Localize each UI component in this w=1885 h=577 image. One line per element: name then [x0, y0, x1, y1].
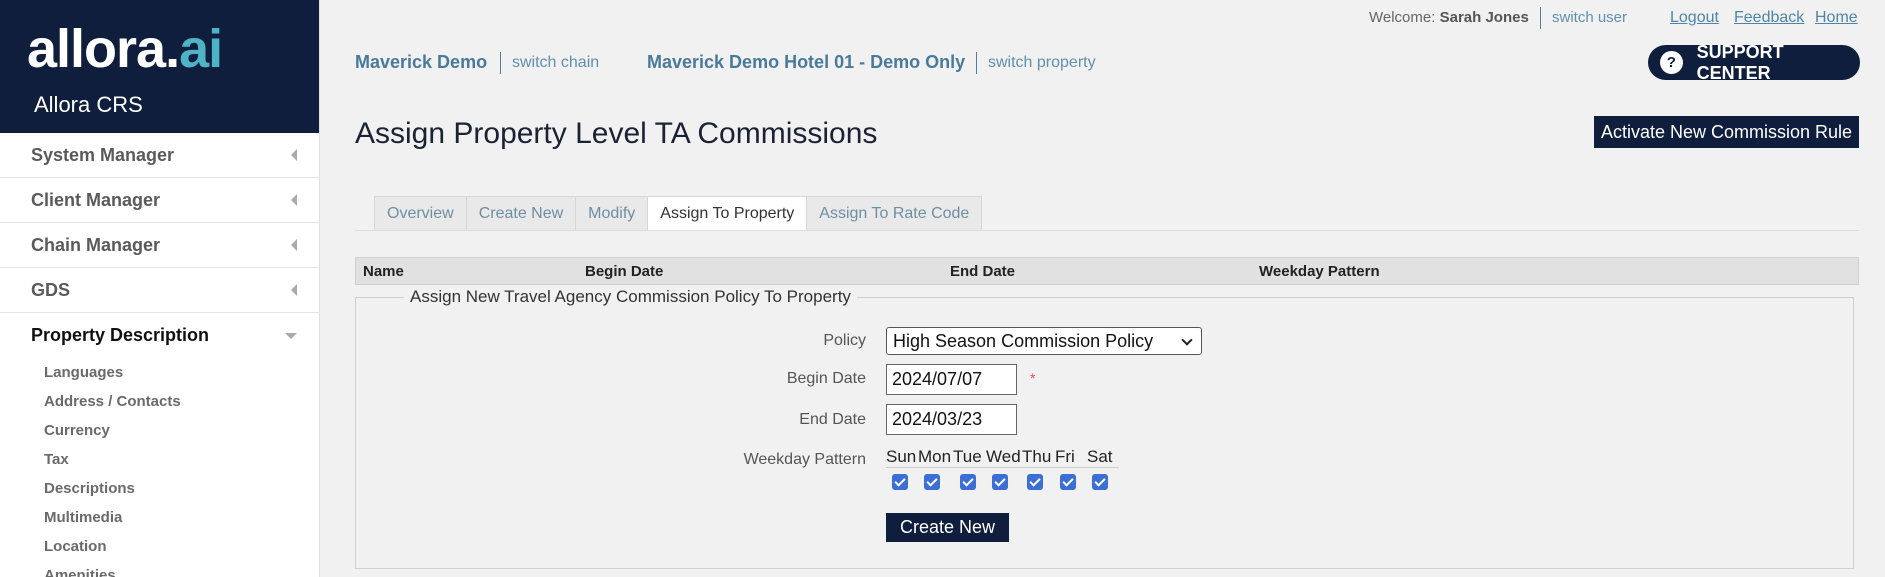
divider — [976, 52, 977, 74]
checkbox-sat[interactable] — [1092, 474, 1108, 490]
divider — [886, 467, 1119, 468]
checkbox-fri[interactable] — [1060, 474, 1076, 490]
sidebar: allora.ai Allora CRS System Manager Clie… — [0, 0, 320, 577]
page-title: Assign Property Level TA Commissions — [355, 117, 878, 150]
checkbox-thu[interactable] — [1027, 474, 1043, 490]
sidebar-item-gds[interactable]: GDS — [0, 268, 319, 313]
tab-assign-to-property[interactable]: Assign To Property — [647, 196, 807, 231]
day-label-fri: Fri — [1055, 447, 1075, 466]
sidebar-subitem-amenities[interactable]: Amenities — [0, 561, 319, 577]
divider — [500, 52, 501, 74]
sidebar-item-label: Chain Manager — [31, 234, 161, 255]
welcome-text: Welcome: Sarah Jones — [1369, 9, 1529, 26]
column-header-weekday-pattern: Weekday Pattern — [1259, 263, 1380, 280]
day-label-thu: Thu — [1022, 447, 1052, 466]
day-label-sun: Sun — [886, 447, 917, 466]
checkbox-wed[interactable] — [992, 474, 1008, 490]
sidebar-item-client-manager[interactable]: Client Manager — [0, 178, 319, 223]
switch-property-link[interactable]: switch property — [988, 54, 1096, 72]
begin-date-label: Begin Date — [786, 370, 866, 387]
end-date-field[interactable]: 2024/03/23 — [886, 404, 1017, 435]
day-label-tue: Tue — [953, 447, 982, 466]
sidebar-item-chain-manager[interactable]: Chain Manager — [0, 223, 319, 268]
chevron-left-icon — [291, 239, 297, 251]
table-header: Name Begin Date End Date Weekday Pattern — [355, 257, 1859, 285]
sidebar-subitem-multimedia[interactable]: Multimedia — [0, 503, 319, 532]
tab-bar: Overview Create New Modify Assign To Pro… — [374, 196, 983, 231]
sidebar-item-label: System Manager — [31, 144, 175, 165]
checkbox-sun[interactable] — [892, 474, 908, 490]
sidebar-item-label: GDS — [31, 279, 71, 300]
chevron-down-icon — [285, 332, 297, 339]
checkbox-tue[interactable] — [960, 474, 976, 490]
sidebar-item-label: Property Description — [31, 325, 210, 345]
sidebar-item-system-manager[interactable]: System Manager — [0, 133, 319, 178]
allora-logo[interactable]: allora.ai — [27, 18, 223, 80]
switch-chain-link[interactable]: switch chain — [512, 54, 599, 72]
day-label-wed: Wed — [986, 447, 1021, 466]
tab-assign-to-rate-code[interactable]: Assign To Rate Code — [806, 196, 983, 231]
sidebar-subitem-languages[interactable]: Languages — [0, 358, 319, 387]
logout-link[interactable]: Logout — [1670, 9, 1719, 27]
policy-select[interactable]: High Season Commission Policy — [886, 327, 1202, 355]
property-name: Maverick Demo Hotel 01 - Demo Only — [647, 52, 966, 72]
sidebar-item-property-description[interactable]: Property Description — [0, 313, 319, 358]
sidebar-subitem-address-contacts[interactable]: Address / Contacts — [0, 387, 319, 416]
chevron-left-icon — [291, 194, 297, 206]
brand-header: allora.ai Allora CRS — [0, 0, 319, 133]
activate-commission-rule-button[interactable]: Activate New Commission Rule — [1594, 116, 1859, 148]
column-header-end-date: End Date — [950, 263, 1016, 280]
sidebar-subitem-location[interactable]: Location — [0, 532, 319, 561]
required-marker: * — [1030, 370, 1036, 386]
chevron-down-icon — [1181, 334, 1193, 346]
begin-date-field[interactable]: 2024/07/07 — [886, 364, 1017, 395]
switch-user-link[interactable]: switch user — [1552, 9, 1627, 26]
feedback-link[interactable]: Feedback — [1734, 9, 1804, 27]
sidebar-item-label: Client Manager — [31, 189, 161, 210]
divider — [1540, 7, 1541, 29]
day-label-sat: Sat — [1087, 447, 1113, 466]
column-header-name: Name — [363, 263, 404, 280]
sidebar-subitem-currency[interactable]: Currency — [0, 416, 319, 445]
fieldset-legend: Assign New Travel Agency Commission Poli… — [404, 287, 857, 307]
help-icon: ? — [1660, 51, 1683, 74]
chevron-left-icon — [291, 284, 297, 296]
sidebar-subitem-tax[interactable]: Tax — [0, 445, 319, 474]
tab-modify[interactable]: Modify — [575, 196, 648, 231]
create-new-button[interactable]: Create New — [886, 513, 1009, 542]
sidebar-subitem-descriptions[interactable]: Descriptions — [0, 474, 319, 503]
checkbox-mon[interactable] — [924, 474, 940, 490]
home-link[interactable]: Home — [1815, 9, 1858, 27]
user-name: Sarah Jones — [1439, 9, 1529, 26]
tab-create-new[interactable]: Create New — [465, 196, 576, 231]
divider — [355, 230, 1859, 231]
tab-overview[interactable]: Overview — [374, 196, 466, 231]
support-center-label: SUPPORT CENTER — [1696, 41, 1784, 83]
end-date-label: End Date — [799, 411, 866, 428]
chevron-left-icon — [291, 149, 297, 161]
column-header-begin-date: Begin Date — [585, 263, 664, 280]
brand-subtitle: Allora CRS — [34, 92, 143, 117]
policy-selected-value: High Season Commission Policy — [893, 330, 1154, 351]
day-label-mon: Mon — [918, 447, 952, 466]
support-center-button[interactable]: ? SUPPORT CENTER — [1648, 42, 1860, 83]
weekday-pattern-label: Weekday Pattern — [743, 451, 866, 468]
chain-name: Maverick Demo — [355, 52, 488, 72]
policy-label: Policy — [823, 332, 866, 349]
